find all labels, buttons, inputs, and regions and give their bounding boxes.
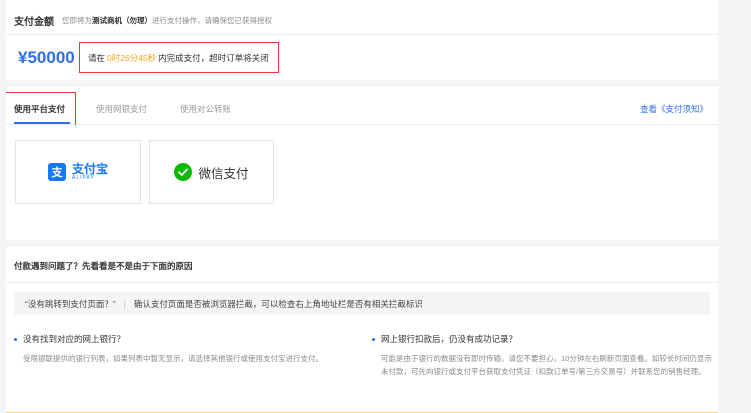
header-desc-prefix: 您即将为 xyxy=(62,15,92,25)
alipay-wordmark: 支付宝 ALIPAY xyxy=(72,163,108,181)
tab-online-banking[interactable]: 使用网银支付 xyxy=(96,103,147,115)
bullet-dot-icon xyxy=(14,337,17,341)
page-title: 支付金额 xyxy=(14,16,54,28)
active-tab-underline xyxy=(14,122,70,124)
wechat-pay-icon xyxy=(174,163,193,181)
faq-item: “没有跳转到支付页面？” | 确认支付页面是否被浏览器拦截，可以检查右上角地址栏… xyxy=(14,292,710,315)
countdown-timer: 0时26分45秒 xyxy=(107,52,157,63)
countdown-notice: 请在 0时26分45秒 内完成支付，超时订单将关闭 xyxy=(79,42,279,73)
tip-title-text: 没有找到对应的网上银行？ xyxy=(23,334,126,344)
tab-platform-pay[interactable]: 使用平台支付 xyxy=(14,103,65,115)
tip-body: 受限银联提供的银行列表，如果列表中暂无显示，请选择其他银行或使用支付宝进行支付。 xyxy=(23,354,323,363)
tip-title: 没有找到对应的网上银行？ xyxy=(14,333,359,345)
tab-corporate-transfer[interactable]: 使用对公转账 xyxy=(180,103,231,115)
header-divider xyxy=(6,34,718,35)
tip-bank-not-found: 没有找到对应的网上银行？ 受限银联提供的银行列表，如果列表中暂无显示，请选择其他… xyxy=(14,333,359,365)
tip-title: 网上银行扣款后，仍没有成功记录？ xyxy=(372,333,717,345)
countdown-prefix: 请在 xyxy=(88,52,106,63)
alipay-name: 支付宝 xyxy=(71,162,108,176)
countdown-suffix: 内完成支付，超时订单将关闭 xyxy=(158,52,269,63)
wechat-pay-name: 微信支付 xyxy=(198,166,249,181)
tip-body: 可能是由于银行的数据没有即时传输，请您不要担心，10分钟左右刷新页面查看。如较长… xyxy=(381,354,712,376)
alipay-subname: ALIPAY xyxy=(71,175,95,181)
header-desc-suffix: 进行支付操作，请确保您已获得授权 xyxy=(152,15,272,25)
tip-no-payment-record: 网上银行扣款后，仍没有成功记录？ 可能是由于银行的数据没有即时传输，请您不要担心… xyxy=(372,333,717,378)
help-title: 付款遇到问题了？先看看是不是由于下面的原因 xyxy=(14,261,193,271)
payment-amount: ¥50000 xyxy=(18,48,75,67)
faq-question: “没有跳转到支付页面？” xyxy=(25,298,116,309)
tip-title-text: 网上银行扣款后，仍没有成功记录？ xyxy=(381,334,518,344)
wechat-pay-option[interactable]: 微信支付 xyxy=(149,140,274,204)
faq-separator: | xyxy=(123,298,126,309)
bullet-dot-icon xyxy=(372,337,375,341)
alipay-icon: 支 xyxy=(47,163,66,181)
payment-tabs: 使用平台支付 使用网银支付 使用对公转账 查看《支付须知》 xyxy=(6,87,718,125)
help-divider xyxy=(6,282,718,283)
merchant-name: 测试商机（勿理） xyxy=(92,15,152,25)
payment-help-panel: 付款遇到问题了？先看看是不是由于下面的原因 “没有跳转到支付页面？” | 确认支… xyxy=(6,247,718,413)
header-description: 您即将为测试商机（勿理）进行支付操作，请确保您已获得授权 xyxy=(62,15,272,26)
alipay-option[interactable]: 支 支付宝 ALIPAY xyxy=(15,140,141,204)
payment-amount-panel: 支付金额 您即将为测试商机（勿理）进行支付操作，请确保您已获得授权 ¥50000… xyxy=(6,0,718,80)
payment-notice-link[interactable]: 查看《支付须知》 xyxy=(640,103,708,115)
header-row: 支付金额 您即将为测试商机（勿理）进行支付操作，请确保您已获得授权 xyxy=(14,13,272,28)
faq-answer: 确认支付页面是否被浏览器拦截，可以检查右上角地址栏是否有相关拦截标识 xyxy=(133,298,423,309)
payment-method-panel: 使用平台支付 使用网银支付 使用对公转账 查看《支付须知》 支 支付宝 ALIP… xyxy=(6,87,718,240)
